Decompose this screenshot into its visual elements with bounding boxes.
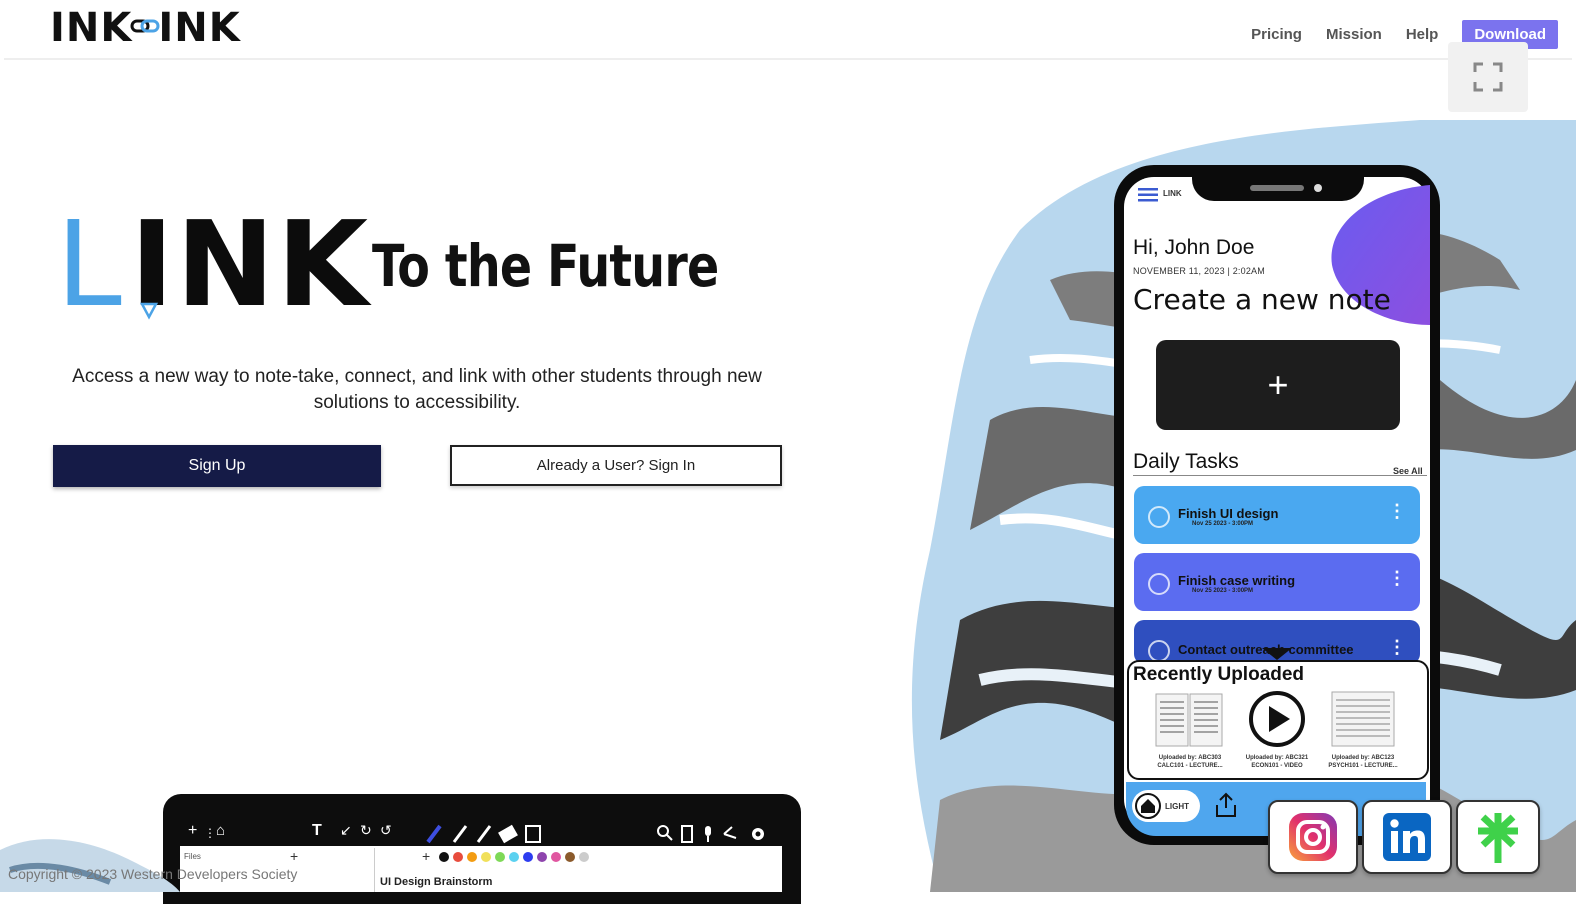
home-icon[interactable]: ⌂ bbox=[216, 822, 225, 839]
fullscreen-button[interactable] bbox=[1448, 42, 1528, 112]
nav-mission-link[interactable]: Mission bbox=[1326, 26, 1382, 43]
logo-ink-left: INK bbox=[50, 5, 133, 51]
linkedin-icon bbox=[1383, 813, 1431, 861]
add-color-icon[interactable]: + bbox=[422, 848, 430, 864]
recently-uploaded-heading: Recently Uploaded bbox=[1133, 664, 1305, 685]
document-thumbnail[interactable] bbox=[1154, 688, 1224, 750]
task-card[interactable]: Finish UI design Nov 25 2023 - 3:00PM ⋮ bbox=[1134, 486, 1420, 544]
hero-subtitle: Access a new way to note-take, connect, … bbox=[72, 366, 762, 413]
more-options-icon[interactable]: ⋮ bbox=[1388, 569, 1406, 587]
task-checkbox[interactable] bbox=[1148, 573, 1170, 595]
sign-up-button[interactable]: Sign Up bbox=[53, 445, 381, 487]
linktree-button[interactable] bbox=[1456, 800, 1540, 874]
logo-ink-right: INK bbox=[158, 5, 241, 51]
more-options-icon[interactable]: ⋮ bbox=[1388, 502, 1406, 520]
color-palette[interactable] bbox=[438, 851, 608, 863]
drawing-tools-icons[interactable] bbox=[426, 822, 546, 844]
hero-brand-l: L bbox=[56, 195, 122, 333]
fullscreen-icon bbox=[1473, 62, 1503, 92]
create-note-heading: Create a new note bbox=[1133, 283, 1391, 316]
sign-in-button[interactable]: Already a User? Sign In bbox=[450, 445, 782, 486]
task-checkbox[interactable] bbox=[1148, 640, 1170, 662]
play-video-icon[interactable] bbox=[1242, 688, 1312, 750]
upload-caption: Uploaded by: ABC123 PSYCH101 - LECTURE..… bbox=[1328, 755, 1398, 769]
task-title: Finish case writing bbox=[1178, 573, 1296, 588]
arrow-tool-icon[interactable]: ↙ bbox=[340, 822, 352, 839]
date-time-text: NOVEMBER 11, 2023 | 2:02AM bbox=[1133, 266, 1265, 276]
more-vertical-icon[interactable]: ⋮ bbox=[204, 826, 216, 840]
pin-marker-icon bbox=[140, 302, 158, 320]
phone-camera bbox=[1314, 184, 1322, 192]
hamburger-menu-icon[interactable] bbox=[1138, 188, 1158, 202]
color-swatch[interactable] bbox=[523, 852, 533, 862]
light-mode-label: LIGHT bbox=[1165, 801, 1189, 811]
color-swatch[interactable] bbox=[537, 852, 547, 862]
hero-tagline: To the Future bbox=[372, 232, 719, 300]
daily-tasks-heading: Daily Tasks bbox=[1133, 450, 1239, 473]
color-swatch[interactable] bbox=[495, 852, 505, 862]
color-swatch[interactable] bbox=[439, 852, 449, 862]
daily-tasks-divider bbox=[1133, 475, 1427, 476]
add-file-icon[interactable]: + bbox=[290, 848, 298, 864]
laptop-pane-divider bbox=[374, 848, 375, 892]
task-due: Nov 25 2023 - 3:00PM bbox=[1192, 588, 1254, 594]
hero-brand-ink: INK bbox=[130, 195, 371, 333]
phone-speaker bbox=[1250, 185, 1304, 191]
greeting-text: Hi, John Doe bbox=[1133, 236, 1255, 259]
home-icon bbox=[1135, 793, 1161, 819]
add-icon[interactable]: + bbox=[188, 822, 197, 840]
linktree-icon bbox=[1478, 813, 1518, 863]
task-checkbox[interactable] bbox=[1148, 506, 1170, 528]
instagram-icon bbox=[1289, 813, 1337, 861]
color-swatch[interactable] bbox=[453, 852, 463, 862]
color-swatch[interactable] bbox=[579, 852, 589, 862]
files-label: Files bbox=[184, 852, 201, 861]
task-card[interactable]: Finish case writing Nov 25 2023 - 3:00PM… bbox=[1134, 553, 1420, 611]
phone-notch bbox=[1192, 165, 1364, 201]
linkedin-button[interactable] bbox=[1362, 800, 1452, 874]
instagram-button[interactable] bbox=[1268, 800, 1358, 874]
redo-icon[interactable]: ↻ bbox=[360, 822, 372, 839]
document-title: UI Design Brainstorm bbox=[380, 876, 493, 888]
more-options-icon[interactable]: ⋮ bbox=[1388, 638, 1406, 656]
text-tool-icon[interactable]: T bbox=[312, 822, 322, 840]
nav-pricing-link[interactable]: Pricing bbox=[1251, 26, 1302, 43]
right-toolbar-icons[interactable] bbox=[656, 824, 768, 844]
color-swatch[interactable] bbox=[481, 852, 491, 862]
marble-corner-art bbox=[0, 839, 180, 892]
color-swatch[interactable] bbox=[467, 852, 477, 862]
app-logo-small: LINK bbox=[1163, 189, 1182, 198]
undo-icon[interactable]: ↺ bbox=[380, 822, 392, 839]
upload-caption: Uploaded by: ABC321 ECON101 - VIDEO bbox=[1245, 755, 1309, 769]
task-due: Nov 25 2023 - 3:00PM bbox=[1192, 521, 1254, 527]
chevron-down-icon[interactable] bbox=[1262, 648, 1292, 662]
inklink-logo[interactable]: INK INK bbox=[50, 5, 241, 51]
copyright-text: Copyright © 2023 Western Developers Soci… bbox=[8, 866, 298, 882]
color-swatch[interactable] bbox=[551, 852, 561, 862]
share-icon[interactable] bbox=[1214, 792, 1238, 818]
create-note-button[interactable]: + bbox=[1156, 340, 1400, 430]
task-title: Finish UI design bbox=[1178, 506, 1279, 521]
plus-icon: + bbox=[1267, 364, 1289, 405]
chain-link-icon bbox=[130, 19, 160, 33]
top-navigation-bar: INK INK Pricing Mission Help Download bbox=[4, 0, 1572, 60]
document-thumbnail[interactable] bbox=[1328, 688, 1398, 750]
light-mode-toggle[interactable]: LIGHT bbox=[1132, 790, 1200, 822]
upload-caption: Uploaded by: ABC303 CALC101 - LECTURE... bbox=[1157, 755, 1223, 769]
color-swatch[interactable] bbox=[509, 852, 519, 862]
nav-help-link[interactable]: Help bbox=[1406, 26, 1439, 43]
color-swatch[interactable] bbox=[565, 852, 575, 862]
